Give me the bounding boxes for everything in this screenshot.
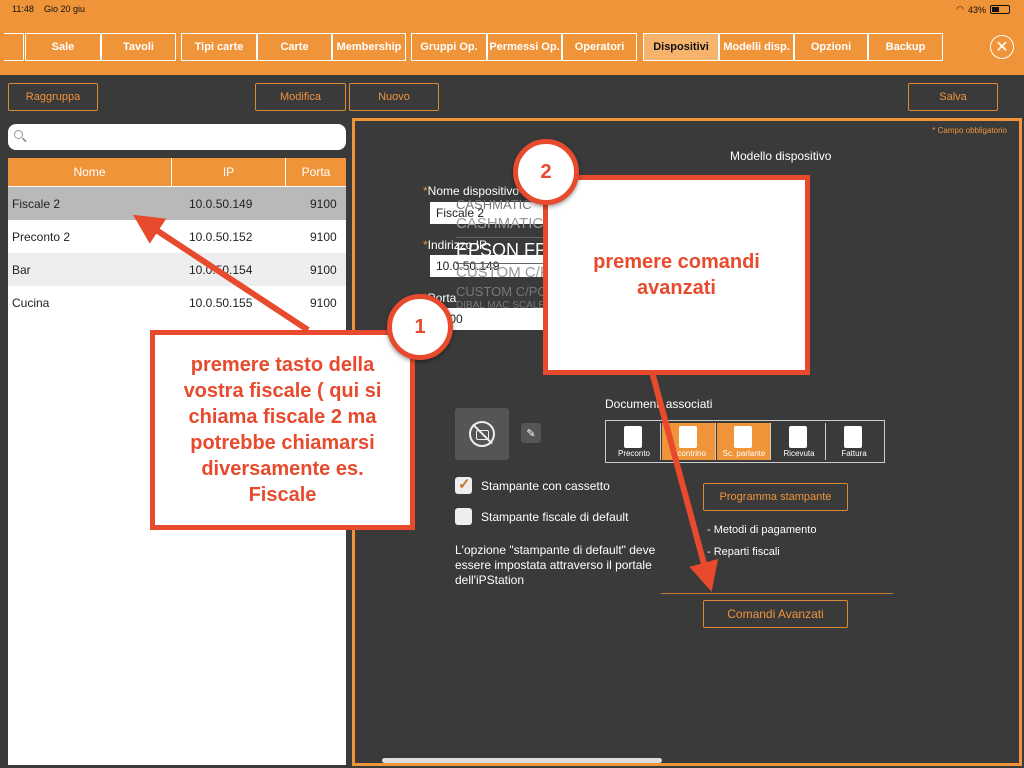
annotation-badge-2: 2 xyxy=(513,139,579,205)
arrow-to-advanced xyxy=(649,371,719,592)
arrow-to-fiscale xyxy=(132,214,310,333)
annotation-step2: premere comandi avanzati xyxy=(543,175,810,375)
annotation-badge-1: 1 xyxy=(387,294,453,360)
annotation-step1: premere tasto della vostra fiscale ( qui… xyxy=(150,330,415,530)
